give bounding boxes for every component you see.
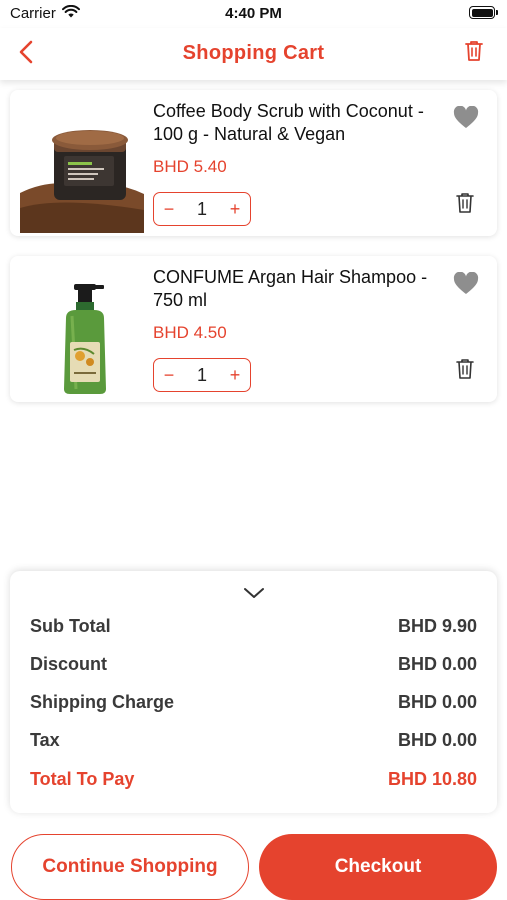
- remove-item-button[interactable]: [455, 192, 475, 216]
- heart-icon: [453, 105, 479, 134]
- product-image-coffee-scrub[interactable]: [20, 98, 144, 233]
- heart-icon: [453, 271, 479, 300]
- increment-button[interactable]: +: [228, 200, 242, 218]
- subtotal-value: BHD 9.90: [397, 615, 477, 636]
- discount-value: BHD 0.00: [397, 653, 477, 674]
- total-label: Total To Pay: [30, 768, 135, 789]
- increment-button[interactable]: +: [228, 366, 242, 384]
- trash-icon: [455, 359, 475, 384]
- summary-row-tax: Tax BHD 0.00: [30, 728, 477, 752]
- page-title: Shopping Cart: [182, 42, 325, 64]
- product-price: BHD 4.50: [153, 323, 227, 342]
- shipping-label: Shipping Charge: [30, 691, 174, 712]
- decrement-button[interactable]: −: [162, 366, 176, 384]
- product-name[interactable]: CONFUME Argan Hair Shampoo - 750 ml: [153, 266, 453, 312]
- product-name[interactable]: Coffee Body Scrub with Coconut - 100 g -…: [153, 100, 453, 146]
- clear-cart-button[interactable]: [463, 40, 485, 67]
- cart-list: Coffee Body Scrub with Coconut - 100 g -…: [10, 90, 497, 422]
- checkout-button[interactable]: Checkout: [259, 834, 497, 900]
- nav-bar: Shopping Cart: [0, 28, 507, 80]
- status-bar: Carrier 4:40 PM: [0, 0, 507, 28]
- tax-value: BHD 0.00: [397, 729, 477, 750]
- battery-icon: [469, 6, 498, 19]
- total-value: BHD 10.80: [387, 768, 477, 789]
- quantity-value: 1: [196, 198, 207, 219]
- subtotal-label: Sub Total: [30, 615, 111, 636]
- chevron-down-icon: [242, 588, 266, 605]
- decrement-button[interactable]: −: [162, 200, 176, 218]
- status-time: 4:40 PM: [225, 5, 282, 22]
- order-summary: Sub Total BHD 9.90 Discount BHD 0.00 Shi…: [10, 571, 497, 813]
- cart-item[interactable]: CONFUME Argan Hair Shampoo - 750 ml BHD …: [10, 256, 497, 402]
- discount-label: Discount: [30, 653, 108, 674]
- cart-item[interactable]: Coffee Body Scrub with Coconut - 100 g -…: [10, 90, 497, 236]
- quantity-stepper: − 1 +: [153, 192, 251, 226]
- continue-shopping-button[interactable]: Continue Shopping: [11, 834, 249, 900]
- summary-row-shipping: Shipping Charge BHD 0.00: [30, 690, 477, 714]
- quantity-value: 1: [196, 364, 207, 385]
- product-image-argan-shampoo[interactable]: [20, 264, 144, 399]
- product-price: BHD 5.40: [153, 157, 227, 176]
- remove-item-button[interactable]: [455, 358, 475, 382]
- favorite-button[interactable]: [453, 271, 479, 296]
- tax-label: Tax: [30, 729, 60, 750]
- summary-toggle-button[interactable]: [242, 585, 266, 601]
- trash-icon: [455, 193, 475, 218]
- summary-row-subtotal: Sub Total BHD 9.90: [30, 614, 477, 638]
- quantity-stepper: − 1 +: [153, 358, 251, 392]
- summary-row-discount: Discount BHD 0.00: [30, 652, 477, 676]
- shipping-value: BHD 0.00: [397, 691, 477, 712]
- summary-row-total: Total To Pay BHD 10.80: [30, 767, 477, 791]
- favorite-button[interactable]: [453, 105, 479, 130]
- trash-icon: [464, 40, 484, 67]
